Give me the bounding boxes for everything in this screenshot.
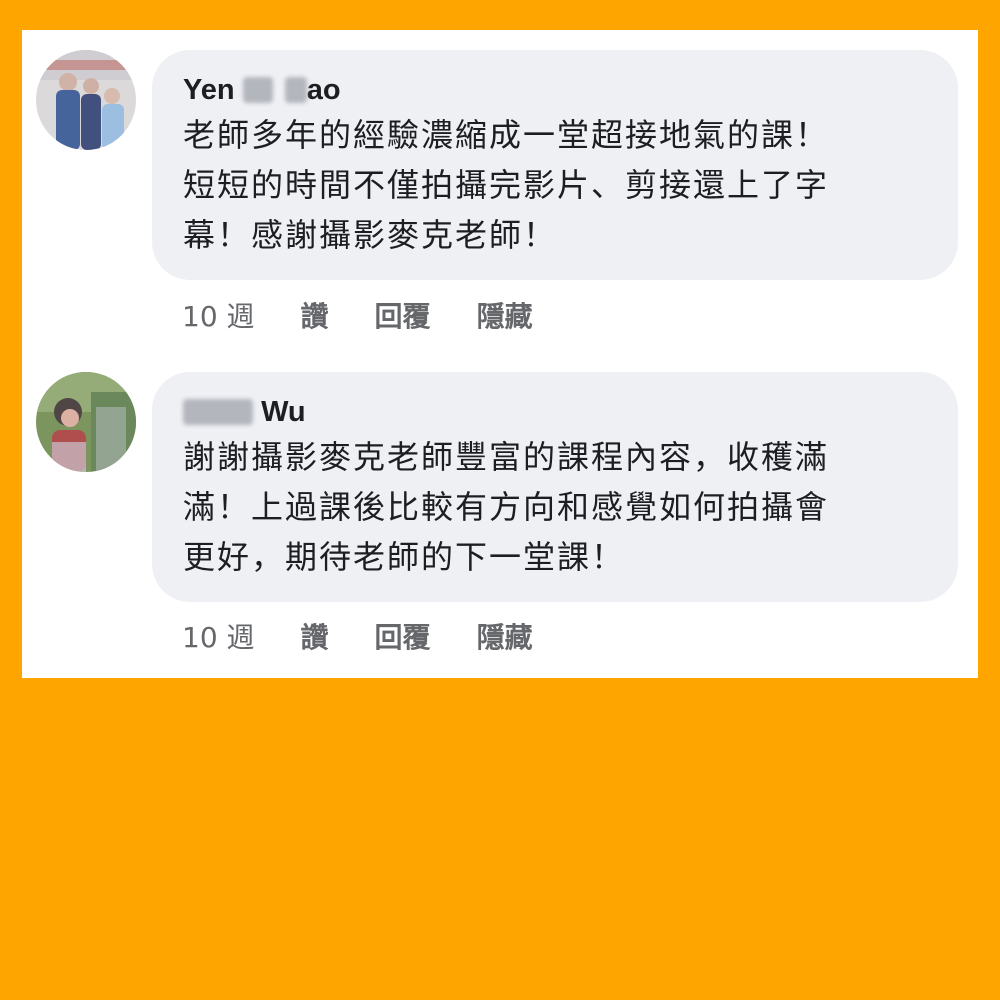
redacted-name-blur xyxy=(183,399,253,425)
comment-actions: 10 週 讚 回覆 隱藏 xyxy=(182,295,579,335)
like-button[interactable]: 讚 xyxy=(301,616,329,656)
avatar[interactable] xyxy=(36,372,136,472)
avatar-photo-family xyxy=(36,50,136,150)
like-button[interactable]: 讚 xyxy=(301,295,329,335)
reply-button[interactable]: 回覆 xyxy=(375,295,431,335)
comment-timestamp[interactable]: 10 週 xyxy=(182,616,255,656)
comment-text: 老師多年的經驗濃縮成一堂超接地氣的課！ 短短的時間不僅拍攝完影片、剪接還上了字 … xyxy=(183,116,830,254)
comment-author[interactable]: Wu xyxy=(183,394,926,430)
comments-panel: Yen ao 老師多年的經驗濃縮成一堂超接地氣的課！ 短短的時間不僅拍攝完影片、… xyxy=(22,30,978,678)
reply-button[interactable]: 回覆 xyxy=(375,616,431,656)
avatar-photo-outdoor xyxy=(36,372,136,472)
comment-bubble: Wu 謝謝攝影麥克老師豐富的課程內容，收穫滿 滿！上過課後比較有方向和感覺如何拍… xyxy=(152,372,958,602)
comment-author[interactable]: Yen ao xyxy=(183,72,926,108)
redacted-name-blur xyxy=(284,77,307,103)
redacted-name-blur xyxy=(242,77,273,103)
comment-timestamp[interactable]: 10 週 xyxy=(182,295,255,335)
hide-button[interactable]: 隱藏 xyxy=(477,616,533,656)
avatar[interactable] xyxy=(36,50,136,150)
comment-bubble: Yen ao 老師多年的經驗濃縮成一堂超接地氣的課！ 短短的時間不僅拍攝完影片、… xyxy=(152,50,958,280)
comment-text: 謝謝攝影麥克老師豐富的課程內容，收穫滿 滿！上過課後比較有方向和感覺如何拍攝會 … xyxy=(183,438,830,576)
comment-actions: 10 週 讚 回覆 隱藏 xyxy=(182,616,579,656)
hide-button[interactable]: 隱藏 xyxy=(477,295,533,335)
